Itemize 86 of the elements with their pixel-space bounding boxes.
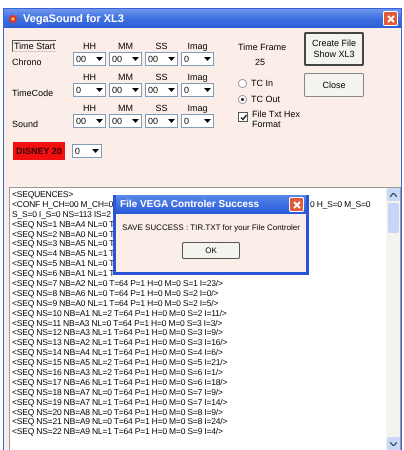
dropdown-arrow-icon <box>96 119 103 123</box>
column-header: HH <box>82 40 97 52</box>
radio-label: TC In <box>251 78 274 88</box>
log-line: <SEQ NS=18 NB=A7 NL=0 T=64 P=1 H=0 M=0 S=7 I=9/> <box>12 386 223 397</box>
radio-label: TC Out <box>251 94 280 104</box>
scrollbar[interactable] <box>386 188 400 450</box>
log-line: <SEQ NS=10 NB=A1 NL=2 T=64 P=1 H=0 M=0 S=2 I=11/> <box>12 308 227 318</box>
log-line: <SEQ NS=17 NB=A6 NL=1 T=64 P=1 H=0 M=0 S=6 I=18/> <box>12 376 228 387</box>
dropdown[interactable]: 00 <box>73 52 106 66</box>
checkbox-label: File Txt Hex Format <box>252 109 300 129</box>
dropdown-arrow-icon <box>204 119 211 123</box>
dropdown[interactable]: 0 <box>72 144 102 158</box>
dropdown[interactable]: 00 <box>145 83 178 97</box>
dropdown-arrow-icon <box>92 149 99 153</box>
log-line: <SEQ NS=13 NB=A2 NL=1 T=64 P=1 H=0 M=0 S=3 I=16/> <box>12 337 228 348</box>
log-line: <SEQ NS=21 NB=A9 NL=0 T=64 P=1 H=0 M=0 S=8 I=24/> <box>12 416 228 426</box>
row-label: Chrono <box>12 57 43 67</box>
dropdown[interactable]: 00 <box>109 114 142 128</box>
dialog-title: File VEGA Controler Success <box>120 199 260 210</box>
log-line: 0 H_S=0 M_S=0 <box>310 200 370 210</box>
log-line: <SEQ NS=14 NB=A4 NL=1 T=64 P=1 H=0 M=0 S=4 I=6/> <box>12 347 223 358</box>
title-label: DISNEY 20 <box>13 142 65 160</box>
log-line: <SEQ NS=22 NB=A9 NL=1 T=64 P=1 H=0 M=0 S=9 I=4/> <box>12 426 223 436</box>
dropdown-arrow-icon <box>168 119 175 123</box>
checkbox[interactable] <box>238 112 248 122</box>
dropdown[interactable]: 00 <box>73 114 106 128</box>
close-icon <box>386 14 396 24</box>
time-frame-value: 25 <box>255 57 266 67</box>
column-header: Imag <box>186 103 208 114</box>
column-header: HH <box>82 103 97 114</box>
scroll-thumb[interactable] <box>388 203 398 233</box>
dropdown-arrow-icon <box>168 57 175 61</box>
dropdown-arrow-icon <box>168 88 175 92</box>
log-line: <SEQ NS=15 NB=A5 NL=2 T=64 P=1 H=0 M=0 S=5 I=21/> <box>12 357 228 368</box>
log-line: S_S=0 I_S=0 NS=113 IS=2 <box>12 208 111 219</box>
close-button[interactable]: Close <box>304 73 364 97</box>
column-header: HH <box>82 72 97 83</box>
log-line: <SEQ NS=11 NB=A3 NL=0 T=64 P=1 H=0 M=0 S=3 I=3/> <box>12 318 222 328</box>
log-line: <SEQ NS=20 NB=A8 NL=0 T=64 P=1 H=0 M=0 S=8 I=9/> <box>12 406 223 417</box>
log-line: <SEQ NS=19 NB=A7 NL=1 T=64 P=1 H=0 M=0 S=7 I=14/> <box>12 396 228 407</box>
dropdown-arrow-icon <box>132 119 139 123</box>
time-start-label: Time Start <box>12 40 56 52</box>
app-icon <box>7 12 19 24</box>
radio-button[interactable] <box>238 94 247 104</box>
dropdown-arrow-icon <box>132 88 139 92</box>
dropdown[interactable]: 00 <box>145 114 178 128</box>
log-line: <SEQ NS=7 NB=A2 NL=0 T=64 P=1 H=0 M=0 S=1 I=23/> <box>12 278 223 288</box>
column-header: MM <box>117 103 134 114</box>
log-line: <SEQUENCES> <box>12 189 74 199</box>
dropdown-arrow-icon <box>96 88 103 92</box>
dropdown[interactable]: 00 <box>145 52 178 66</box>
scroll-up-icon <box>390 192 396 196</box>
log-line: <SEQ NS=12 NB=A3 NL=1 T=64 P=1 H=0 M=0 S=3 I=9/> <box>12 327 223 338</box>
column-header: SS <box>154 40 168 52</box>
dropdown[interactable]: 00 <box>109 83 142 97</box>
scroll-down-icon <box>390 442 396 446</box>
column-header: MM <box>117 40 134 52</box>
close-button[interactable] <box>383 11 398 26</box>
log-line: <CONF H_CH=00 M_CH=0 <box>12 198 114 209</box>
column-header: Imag <box>186 40 208 52</box>
row-label: Sound <box>12 119 40 129</box>
row-label: TimeCode <box>12 88 54 98</box>
log-line: <SEQ NS=8 NB=A6 NL=0 T=64 P=1 H=0 M=0 S=2 I=0/> <box>12 288 218 298</box>
close-button[interactable] <box>289 197 304 212</box>
dropdown[interactable]: 0 <box>73 83 106 97</box>
log-line: <SEQ NS=16 NB=A3 NL=2 T=64 P=1 H=0 M=0 S=6 I=1/> <box>12 367 223 378</box>
dropdown[interactable]: 0 <box>181 83 214 97</box>
window-title: VegaSound for XL3 <box>23 12 125 24</box>
create-file-button[interactable]: Create File Show XL3 <box>304 32 364 66</box>
dropdown-arrow-icon <box>96 57 103 61</box>
dropdown-arrow-icon <box>204 88 211 92</box>
column-header: MM <box>117 72 134 83</box>
dropdown[interactable]: 0 <box>181 52 214 66</box>
radio-button[interactable] <box>238 78 247 88</box>
dropdown-arrow-icon <box>132 57 139 61</box>
close-icon <box>292 200 302 210</box>
ok-button[interactable]: OK <box>182 242 240 259</box>
column-header: SS <box>154 72 168 83</box>
column-header: SS <box>154 103 168 114</box>
dropdown[interactable]: 00 <box>109 52 142 66</box>
dialog-message: SAVE SUCCESS : TIR.TXT for your File Controler <box>122 223 300 232</box>
dropdown-arrow-icon <box>204 57 211 61</box>
column-header: Imag <box>186 72 208 83</box>
time-frame-label: Time Frame <box>238 42 288 52</box>
dropdown[interactable]: 0 <box>181 114 214 128</box>
log-line: <SEQ NS=9 NB=A0 NL=1 T=64 P=1 H=0 M=0 S=2 I=5/> <box>12 298 218 308</box>
